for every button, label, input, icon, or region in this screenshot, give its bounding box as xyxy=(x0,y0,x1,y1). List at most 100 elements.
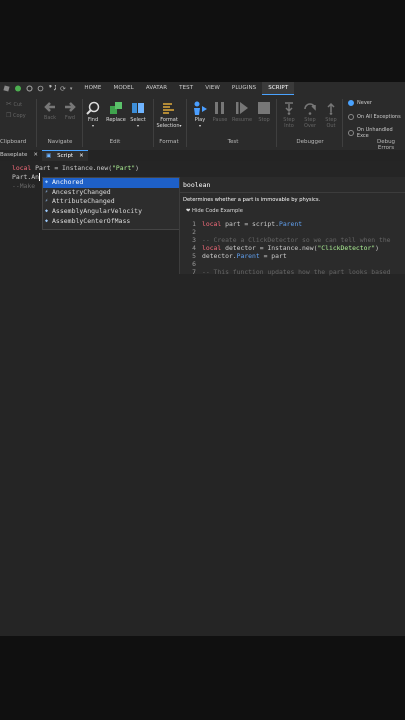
pause-button[interactable]: Pause xyxy=(208,101,232,123)
redo-icon[interactable]: ⟳ xyxy=(60,85,66,93)
autocomplete-list: ◆ Anchored ⚡ AncestryChanged ⚡ AttributeCha… xyxy=(42,177,180,230)
code-line-current: Part.An xyxy=(12,173,44,181)
step-into-icon xyxy=(285,102,293,115)
player-icon xyxy=(194,101,207,115)
replace-icon xyxy=(110,102,122,114)
resume-button[interactable]: Resume xyxy=(230,101,254,123)
find-button[interactable]: Find ▾ xyxy=(81,101,105,128)
event-icon: ⚡ xyxy=(45,198,49,205)
tab-view[interactable]: VIEW xyxy=(199,82,226,95)
cut-button[interactable]: ✂ Cut xyxy=(6,100,30,108)
debugger-group-label: Debugger xyxy=(296,139,324,145)
refresh-icon[interactable] xyxy=(37,85,44,92)
undo-icon[interactable] xyxy=(48,85,56,92)
chevron-down-icon: ▾ xyxy=(136,123,139,128)
property-icon: ◆ xyxy=(45,179,49,185)
tab-script[interactable]: SCRIPT xyxy=(262,82,295,95)
property-icon: ◆ xyxy=(45,217,49,224)
doc-tab-label: Baseplate xyxy=(0,152,28,158)
group-divider xyxy=(36,99,37,147)
hide-code-example-toggle[interactable]: ❤ Hide Code Example xyxy=(186,208,243,214)
studio-logo-icon xyxy=(3,85,10,92)
format-selection-button[interactable]: Format Selection▾ xyxy=(155,101,183,129)
property-icon: ◆ xyxy=(45,208,49,215)
select-icon xyxy=(132,103,144,113)
studio-window: ⟳ ▾ HOME MODEL AVATAR TEST VIEW PLUGINS … xyxy=(0,82,405,636)
example-line: 2 xyxy=(192,228,196,236)
doc-tab-script[interactable]: ▣ Script ✕ xyxy=(41,150,88,162)
debug-errors-all-exceptions-radio[interactable]: On All Exceptions xyxy=(348,114,401,120)
close-icon[interactable]: ✕ xyxy=(33,150,38,161)
autocomplete-item[interactable]: ◆ Anchored xyxy=(43,178,179,188)
step-out-button[interactable]: Step Out xyxy=(319,101,343,129)
select-button[interactable]: Select ▾ xyxy=(126,101,150,128)
tab-test[interactable]: TEST xyxy=(173,82,199,95)
tab-plugins[interactable]: PLUGINS xyxy=(226,82,262,95)
replace-button[interactable]: Replace xyxy=(104,101,128,123)
chevron-down-icon: ▾ xyxy=(91,123,94,128)
tab-avatar[interactable]: AVATAR xyxy=(140,82,173,95)
step-out-icon xyxy=(327,102,335,115)
stop-button[interactable]: Stop xyxy=(252,101,276,123)
example-line: 3 -- Create a ClickDetector so we can tel… xyxy=(192,236,391,244)
event-icon: ⚡ xyxy=(45,188,49,195)
copy-button[interactable]: ❐ Copy xyxy=(6,112,30,119)
example-line: 1 local part = script.Parent xyxy=(192,220,303,228)
forward-button[interactable]: Fwd xyxy=(58,101,82,121)
chevron-down-icon: ▾ xyxy=(179,123,182,128)
copy-icon: ❐ xyxy=(6,112,12,119)
edit-group-label: Edit xyxy=(109,139,121,145)
tab-home[interactable]: HOME xyxy=(78,82,107,95)
chevron-down-icon: ▾ xyxy=(198,123,201,128)
autocomplete-item[interactable]: ◆ AssemblyCenterOfMass xyxy=(43,217,179,227)
radio-empty-icon xyxy=(348,114,354,120)
ribbon-tabs: HOME MODEL AVATAR TEST VIEW PLUGINS SCRI… xyxy=(78,82,295,95)
radio-empty-icon xyxy=(348,130,354,136)
example-line: 5 detector.Parent = part xyxy=(192,252,287,260)
code-example: 1 local part = script.Parent 2 3 -- Create… xyxy=(180,219,405,276)
example-line: 4 local detector = Instance.new("ClickDet… xyxy=(192,244,380,252)
scissors-icon: ✂ xyxy=(6,100,12,108)
play-debug-icon[interactable] xyxy=(14,85,22,92)
tab-model[interactable]: MODEL xyxy=(107,82,139,95)
document-tabs: Baseplate ✕ ▣ Script ✕ xyxy=(0,150,405,161)
arrow-left-icon xyxy=(44,102,55,112)
radio-selected-icon xyxy=(348,100,354,106)
gear-icon[interactable] xyxy=(26,85,33,92)
property-description: Determines whether a part is immovable b… xyxy=(183,197,321,203)
resume-icon xyxy=(236,102,248,114)
format-group-label: Format xyxy=(159,139,179,145)
example-line: 7 -- This function updates how the part l… xyxy=(192,268,391,276)
debug-errors-never-radio[interactable]: Never xyxy=(348,100,372,106)
arrow-right-icon xyxy=(65,102,76,112)
autocomplete-item[interactable]: ◆ AssemblyAngularVelocity xyxy=(43,207,179,217)
magnifier-icon xyxy=(86,101,100,115)
group-divider xyxy=(186,99,187,147)
pause-icon xyxy=(215,102,224,114)
code-line: local Part = Instance.new("Part") xyxy=(12,164,140,172)
test-group-label: Test xyxy=(227,139,239,145)
autocomplete-item[interactable]: ⚡ AncestryChanged xyxy=(43,188,179,198)
step-over-icon xyxy=(304,103,316,115)
script-icon: ▣ xyxy=(45,152,52,159)
format-icon xyxy=(163,103,174,114)
stop-icon xyxy=(258,102,270,114)
close-icon[interactable]: ✕ xyxy=(79,151,84,162)
documentation-popup: boolean Determines whether a part is imm… xyxy=(179,177,405,276)
navigate-group-label: Navigate xyxy=(47,139,73,145)
quick-access-toolbar: ⟳ ▾ xyxy=(0,85,72,93)
doc-tab-baseplate[interactable]: Baseplate ✕ xyxy=(0,150,42,161)
clipboard-group-label: Clipboard xyxy=(0,139,27,145)
group-divider xyxy=(342,99,343,147)
autocomplete-item[interactable]: ⚡ AttributeChanged xyxy=(43,197,179,207)
code-line: --Make xyxy=(12,182,36,190)
heart-icon: ❤ xyxy=(186,208,191,214)
dropdown-icon[interactable]: ▾ xyxy=(70,86,73,92)
ribbon: ✂ Cut ❐ Copy Clipboard Back Fwd Navigate… xyxy=(0,95,405,151)
debug-errors-unhandled-radio[interactable]: On Unhandled Exce xyxy=(348,127,405,139)
title-bar: ⟳ ▾ HOME MODEL AVATAR TEST VIEW PLUGINS … xyxy=(0,82,405,95)
example-line: 6 xyxy=(192,260,196,268)
doc-tab-label: Script xyxy=(57,152,74,159)
property-type: boolean xyxy=(183,181,211,189)
divider xyxy=(180,192,405,193)
